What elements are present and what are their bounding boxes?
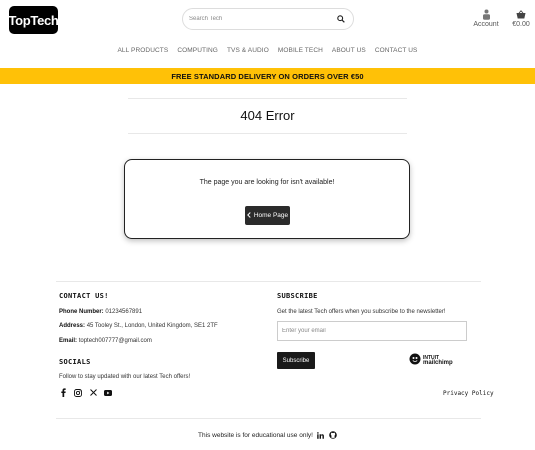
shopping-basket-icon bbox=[510, 8, 532, 20]
address-label: Address: bbox=[59, 323, 86, 329]
error-card: The page you are looking for isn't avail… bbox=[124, 159, 410, 239]
educational-note-text: This website is for educational use only… bbox=[198, 431, 313, 439]
home-page-button[interactable]: Home Page bbox=[245, 206, 290, 225]
mailchimp-icon bbox=[409, 352, 421, 370]
mailchimp-logo: INTUIT mailchimp bbox=[409, 352, 453, 370]
nav-about-us[interactable]: ABOUT US bbox=[332, 47, 366, 54]
privacy-policy-link[interactable]: Privacy Policy bbox=[443, 390, 494, 397]
divider bbox=[128, 133, 407, 134]
mailchimp-text: mailchimp bbox=[423, 360, 453, 366]
account-icon bbox=[472, 8, 500, 20]
contact-heading: CONTACT US! bbox=[59, 292, 109, 300]
cart-total: €0.00 bbox=[512, 21, 530, 28]
address-value: 45 Tooley St., London, United Kingdom, S… bbox=[86, 323, 218, 329]
linkedin-icon[interactable] bbox=[317, 431, 325, 439]
contact-email: Email: toptech007777@gmail.com bbox=[59, 338, 152, 344]
delivery-banner: FREE STANDARD DELIVERY ON ORDERS OVER €5… bbox=[0, 68, 535, 84]
nav-all-products[interactable]: ALL PRODUCTS bbox=[118, 47, 169, 54]
page-title: 404 Error bbox=[240, 108, 295, 123]
subscribe-button[interactable]: Subscribe bbox=[277, 352, 315, 369]
subscribe-heading: SUBSCRIBE bbox=[277, 292, 318, 300]
error-message: The page you are looking for isn't avail… bbox=[199, 179, 335, 186]
cart-link[interactable]: €0.00 bbox=[510, 8, 532, 28]
instagram-icon[interactable] bbox=[74, 388, 82, 397]
home-page-label: Home Page bbox=[253, 212, 289, 219]
facebook-icon[interactable] bbox=[59, 388, 67, 397]
socials-text: Follow to stay updated with our latest T… bbox=[59, 374, 191, 380]
site-logo[interactable]: TopTech bbox=[8, 6, 59, 34]
nav-contact-us[interactable]: CONTACT US bbox=[375, 47, 418, 54]
youtube-icon[interactable] bbox=[104, 388, 112, 397]
email-value[interactable]: toptech007777@gmail.com bbox=[79, 338, 152, 344]
footer-bottom-divider bbox=[56, 418, 481, 419]
account-link[interactable]: Account bbox=[472, 8, 500, 28]
search-icon[interactable] bbox=[335, 13, 347, 25]
account-label: Account bbox=[473, 21, 499, 28]
nav-mobile-tech[interactable]: MOBILE TECH bbox=[278, 47, 323, 54]
newsletter-email-field[interactable] bbox=[277, 321, 467, 341]
social-links bbox=[59, 388, 112, 397]
subscribe-text: Get the latest Tech offers when you subs… bbox=[277, 309, 446, 315]
search-input[interactable] bbox=[189, 16, 335, 22]
socials-heading: SOCIALS bbox=[59, 358, 91, 366]
newsletter-email-input[interactable] bbox=[282, 328, 466, 334]
main-nav: ALL PRODUCTS COMPUTING TVS & AUDIO MOBIL… bbox=[0, 47, 535, 54]
footer-divider bbox=[56, 281, 481, 282]
x-icon[interactable] bbox=[89, 388, 97, 397]
search-bar[interactable] bbox=[182, 8, 354, 30]
contact-address: Address: 45 Tooley St., London, United K… bbox=[59, 323, 218, 329]
divider bbox=[128, 98, 407, 99]
chevron-left-icon bbox=[246, 211, 251, 220]
email-label: Email: bbox=[59, 338, 78, 344]
phone-value: 01234567891 bbox=[105, 309, 143, 315]
phone-label: Phone Number: bbox=[59, 309, 104, 315]
github-icon[interactable] bbox=[329, 431, 337, 439]
contact-phone: Phone Number: 01234567891 bbox=[59, 309, 142, 315]
nav-computing[interactable]: COMPUTING bbox=[177, 47, 218, 54]
educational-note: This website is for educational use only… bbox=[0, 431, 535, 439]
nav-tvs-audio[interactable]: TVS & AUDIO bbox=[227, 47, 269, 54]
